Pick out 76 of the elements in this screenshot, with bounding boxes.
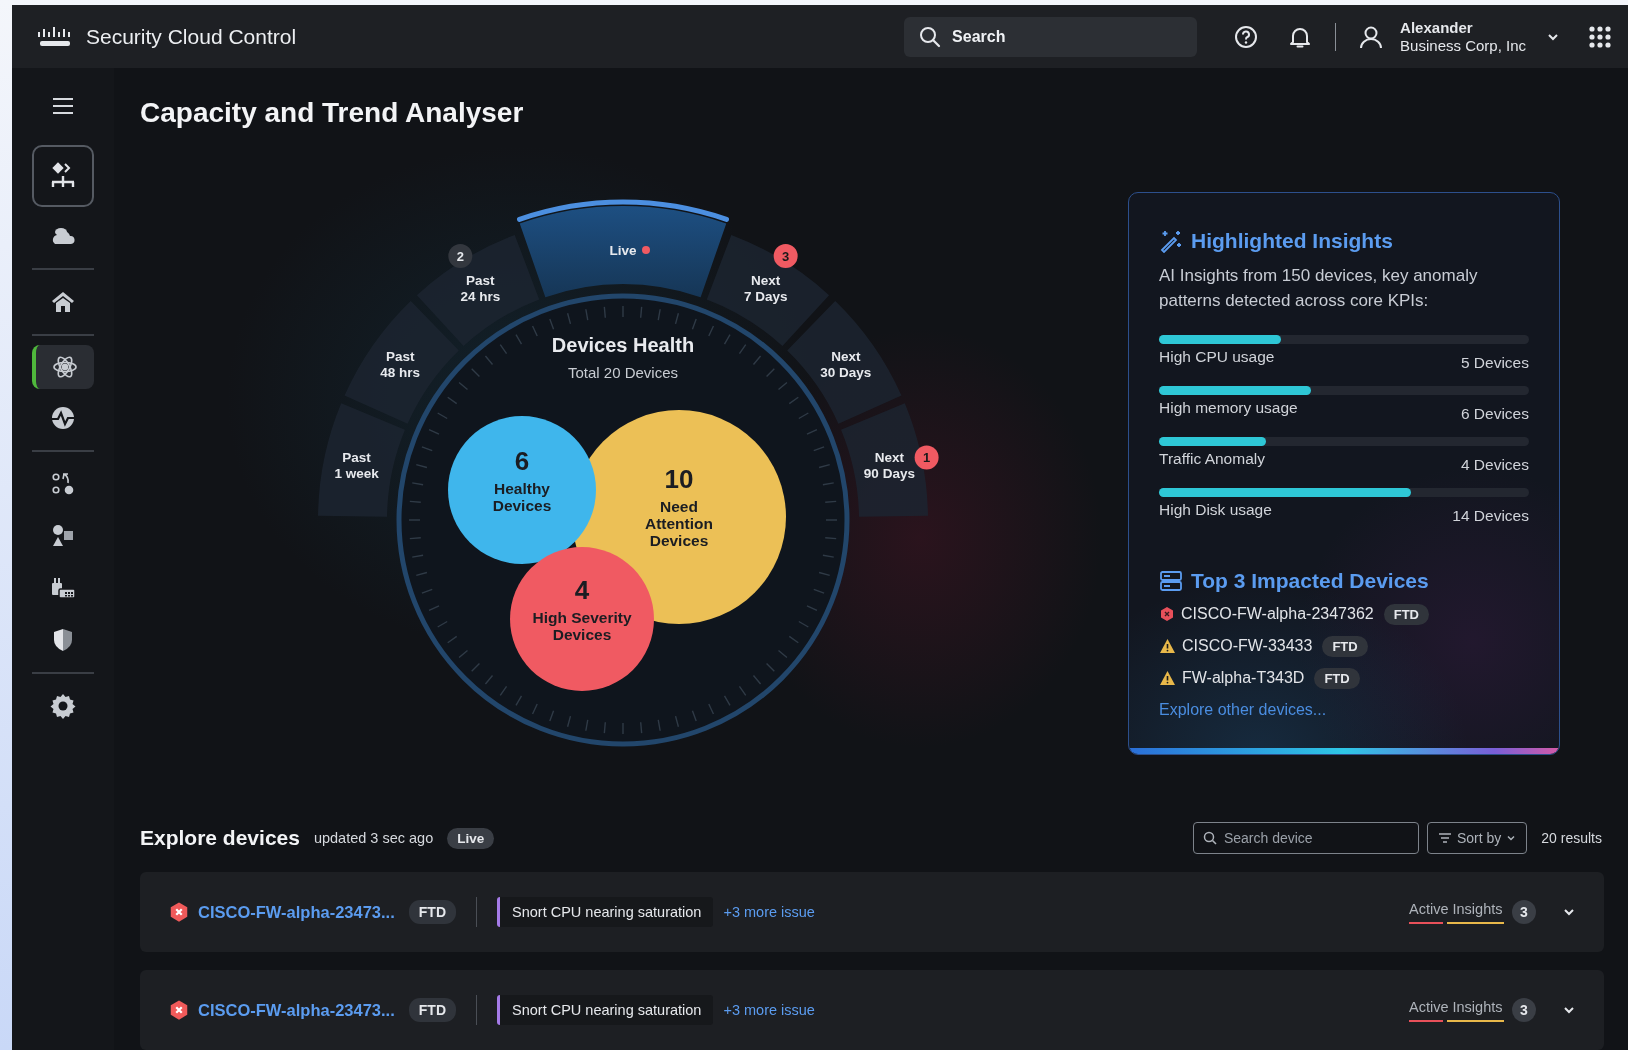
device-link[interactable]: CISCO-FW-alpha-23473... — [198, 1000, 395, 1020]
device-name: CISCO-FW-alpha-2347362 — [1181, 605, 1374, 623]
settings-icon — [49, 692, 77, 720]
atom-icon — [51, 353, 79, 381]
device-name: FW-alpha-T343D — [1182, 669, 1305, 687]
update-time: updated 3 sec ago — [313, 830, 434, 846]
page-title: Capacity and Trend Analyser — [140, 96, 525, 130]
device-count: 6 — [514, 446, 530, 476]
device-type-tag: FTD — [1322, 635, 1368, 657]
more-issues-link[interactable]: +3 more issue — [723, 1002, 815, 1018]
app-grid-icon[interactable] — [1588, 24, 1612, 49]
pulse-icon — [49, 404, 77, 432]
device-link[interactable]: CISCO-FW-alpha-23473... — [198, 902, 395, 922]
live-badge: Live — [447, 827, 495, 849]
explore-link[interactable]: Explore other devices... — [1159, 701, 1529, 719]
metric-label: High memory usage — [1159, 399, 1298, 417]
device-type-tag: FTD — [408, 900, 456, 924]
metric-label: High CPU usage — [1159, 348, 1275, 366]
server-icon — [1159, 569, 1183, 593]
menu-icon[interactable] — [51, 96, 75, 116]
sort-dropdown[interactable]: Sort by — [1426, 822, 1528, 854]
severity-bar — [1409, 1019, 1443, 1022]
issue-chip: Snort CPU nearing saturation — [497, 897, 714, 927]
section-title: Explore devices — [140, 826, 300, 850]
panel-description: AI Insights from 150 devices, key anomaly patterns detected across core KPIs: — [1159, 265, 1479, 312]
panel-title: Highlighted Insights — [1191, 229, 1393, 253]
insights-count: 3 — [1512, 998, 1536, 1022]
metric-value: 14 Devices — [1452, 507, 1529, 525]
circle-label: Need Attention Devices — [645, 498, 713, 549]
search-field[interactable]: Search device — [1192, 822, 1419, 854]
device-type-tag: FTD — [1383, 603, 1429, 625]
severity-bar — [1447, 921, 1504, 924]
insights-label: Active Insights — [1409, 900, 1504, 917]
sidebar-item[interactable] — [32, 145, 94, 207]
device-type-tag: FTD — [408, 998, 456, 1022]
search-icon — [918, 24, 943, 49]
filter-icon — [1437, 832, 1452, 844]
device-count: 10 — [664, 464, 694, 494]
issue-chip: Snort CPU nearing saturation — [497, 995, 714, 1025]
device-count: 4 — [574, 575, 590, 605]
search-field[interactable]: Search — [904, 16, 1198, 57]
magic-wand-icon — [1159, 229, 1183, 253]
result-count: 20 results — [1541, 830, 1602, 846]
gauge-subtitle: Total 20 Devices — [567, 364, 679, 381]
count-badge: 2 — [448, 244, 473, 269]
user-name: Alexander — [1400, 18, 1474, 37]
severity-bar — [1447, 1019, 1504, 1022]
product-name: Security Cloud Control — [86, 24, 297, 49]
count-badge: 1 — [914, 445, 939, 470]
chevron-down-icon — [1506, 833, 1517, 843]
more-issues-link[interactable]: +3 more issue — [723, 904, 815, 920]
search-icon — [1202, 831, 1217, 845]
device-row[interactable]: CISCO-FW-alpha-23473... FTD Snort CPU nearing saturation +3 more issue Active Insights 3 — [140, 970, 1604, 1050]
metric-value: 6 Devices — [1460, 405, 1529, 423]
metric-label: Traffic Anomaly — [1159, 450, 1265, 468]
network-icon — [49, 162, 77, 190]
count-badge: 3 — [773, 244, 798, 269]
metric-value: 5 Devices — [1460, 354, 1529, 372]
insights-count: 3 — [1512, 900, 1536, 924]
insights-label: Active Insights — [1409, 998, 1504, 1015]
section-title: Top 3 Impacted Devices — [1191, 569, 1429, 593]
organization-name: Business Corp, Inc — [1400, 36, 1526, 55]
gauge-title: Devices Health — [551, 334, 695, 356]
device-type-tag: FTD — [1314, 667, 1360, 689]
device-row[interactable]: CISCO-FW-alpha-23473... FTD Snort CPU nearing saturation +3 more issue Active Insights 3 — [140, 872, 1604, 952]
severity-bar — [1409, 921, 1443, 924]
circle-label: Healthy Devices — [492, 480, 552, 514]
device-name: CISCO-FW-33433 — [1182, 637, 1313, 655]
metric-value: 4 Devices — [1460, 456, 1529, 474]
time-range-tab[interactable]: Next 30 Days — [787, 300, 902, 424]
help-icon[interactable] — [1233, 23, 1260, 50]
time-range-tab[interactable]: Past 1 week — [318, 403, 405, 517]
time-range-tab[interactable]: Past 48 hrs — [344, 300, 459, 424]
sidebar-item[interactable] — [32, 345, 94, 389]
metric-label: High Disk usage — [1159, 501, 1272, 519]
circle-label: High Severity Devices — [532, 609, 632, 643]
